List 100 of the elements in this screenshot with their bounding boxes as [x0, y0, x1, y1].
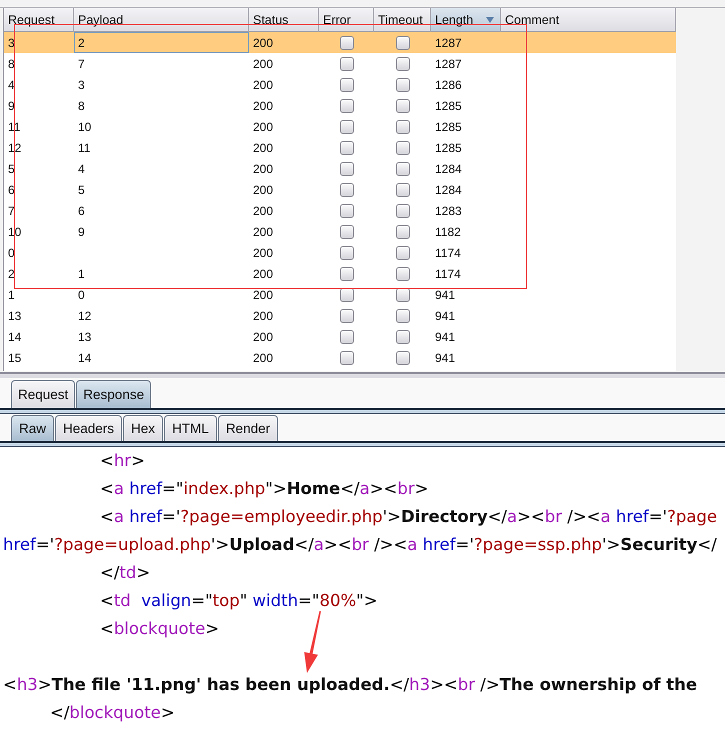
checkbox[interactable]: [340, 246, 354, 260]
table-cell-text: 1174: [434, 244, 462, 262]
table-cell-text: 1284: [434, 182, 463, 198]
table-cell-text: 5: [77, 182, 86, 198]
sort-arrow-icon: [486, 16, 494, 22]
table-cell-text: 200: [252, 224, 274, 240]
checkbox[interactable]: [396, 308, 410, 322]
checkbox[interactable]: [396, 98, 410, 112]
table-cell-text: 14: [7, 328, 22, 346]
tab[interactable]: Render: [218, 415, 278, 441]
code-line: <h3>The file '11.png' has been uploaded.</h3><br />The ownership of the: [3, 674, 698, 696]
column-header[interactable]: Request: [4, 8, 74, 32]
table-cell-text: 5: [7, 160, 16, 178]
table-cell-text: 14: [77, 350, 92, 366]
table-cell-text: 1: [7, 286, 16, 304]
checkbox[interactable]: [340, 56, 354, 70]
column-header[interactable]: Comment: [501, 8, 676, 32]
table-cell-text: 200: [252, 98, 274, 114]
table-cell-text: 10: [77, 118, 92, 136]
table-cell-text: 9: [7, 98, 16, 114]
checkbox[interactable]: [396, 266, 410, 280]
checkbox[interactable]: [396, 78, 410, 92]
checkbox[interactable]: [396, 56, 410, 70]
column-header[interactable]: Length: [431, 8, 501, 32]
checkbox[interactable]: [340, 182, 354, 196]
code-line: <a href='?page=employeedir.php'>Directory</a><br /><a href='?page: [100, 506, 718, 528]
tab[interactable]: Hex: [123, 415, 164, 441]
checkbox[interactable]: [340, 288, 354, 302]
table-cell-text: 200: [252, 140, 274, 156]
table-cell-text: 1283: [434, 202, 463, 220]
table-cell-text: 200: [252, 266, 274, 282]
table-cell-text: 200: [252, 328, 274, 346]
code-line: <blockquote>: [100, 618, 220, 640]
table-cell-text: 12: [77, 308, 92, 324]
tab[interactable]: Request: [11, 380, 76, 408]
table-cell-text: 1: [77, 266, 86, 282]
table-cell-text: 200: [252, 160, 274, 178]
table-cell-text: 200: [252, 286, 274, 304]
table-cell-text: 13: [7, 308, 22, 324]
code-line: </blockquote>: [50, 702, 175, 724]
table-cell-text: 0: [7, 244, 16, 262]
table-cell-text: 1285: [434, 140, 463, 156]
checkbox[interactable]: [396, 224, 410, 238]
checkbox[interactable]: [340, 78, 354, 92]
tab[interactable]: Raw: [11, 415, 54, 441]
column-header[interactable]: Timeout: [374, 8, 431, 32]
checkbox[interactable]: [340, 308, 354, 322]
table-cell-text: 4: [77, 160, 86, 178]
checkbox[interactable]: [340, 98, 354, 112]
column-header[interactable]: Status: [249, 8, 319, 32]
table-cell-text: 941: [434, 286, 456, 304]
table-cell-text: 3: [7, 34, 16, 52]
checkbox[interactable]: [340, 120, 354, 134]
table-cell-text: 9: [77, 224, 86, 240]
table-cell-text: 941: [434, 350, 456, 366]
table-cell-text: 941: [434, 308, 456, 324]
table-cell-text: 0: [77, 286, 86, 304]
column-header[interactable]: Payload: [74, 8, 249, 32]
table-cell-text: 941: [434, 328, 456, 346]
table-cell-text: 4: [7, 76, 16, 94]
tab[interactable]: Response: [76, 380, 152, 408]
table-cell-text: 7: [77, 56, 86, 72]
code-line: <hr>: [100, 450, 145, 472]
checkbox[interactable]: [396, 288, 410, 302]
table-cell-text: 200: [252, 244, 274, 262]
checkbox[interactable]: [396, 330, 410, 344]
table-row[interactable]: 3 2 200 1287: [4, 32, 676, 53]
table-cell-text: 200: [252, 350, 274, 366]
checkbox[interactable]: [340, 224, 354, 238]
table-cell-text: 1287: [434, 56, 463, 72]
table-cell-text: 11: [77, 140, 92, 156]
checkbox[interactable]: [340, 350, 354, 364]
checkbox[interactable]: [396, 182, 410, 196]
checkbox[interactable]: [340, 36, 354, 50]
table-cell-text: 6: [7, 182, 16, 198]
checkbox[interactable]: [396, 36, 410, 50]
table-cell-text: 1174: [434, 266, 462, 282]
checkbox[interactable]: [396, 204, 410, 218]
checkbox[interactable]: [340, 330, 354, 344]
checkbox[interactable]: [340, 162, 354, 176]
column-header[interactable]: Error: [319, 8, 374, 32]
table-cell-text: 8: [7, 56, 16, 72]
table-cell-text: 1285: [434, 98, 463, 114]
checkbox[interactable]: [340, 266, 354, 280]
checkbox[interactable]: [396, 120, 410, 134]
table-cell-text: 13: [77, 328, 92, 346]
table-cell-text: 200: [252, 76, 274, 94]
checkbox[interactable]: [396, 350, 410, 364]
checkbox[interactable]: [396, 140, 410, 154]
tab[interactable]: HTML: [164, 415, 217, 441]
table-cell-text: 200: [252, 34, 274, 52]
table-cell-text: 1284: [434, 160, 463, 178]
checkbox[interactable]: [340, 140, 354, 154]
table-cell-text: 8: [77, 98, 86, 114]
table-cell-text: 200: [252, 202, 274, 220]
tab[interactable]: Headers: [55, 415, 122, 441]
checkbox[interactable]: [396, 246, 410, 260]
checkbox[interactable]: [396, 162, 410, 176]
checkbox[interactable]: [340, 204, 354, 218]
table-cell-text: 1182: [434, 224, 462, 240]
